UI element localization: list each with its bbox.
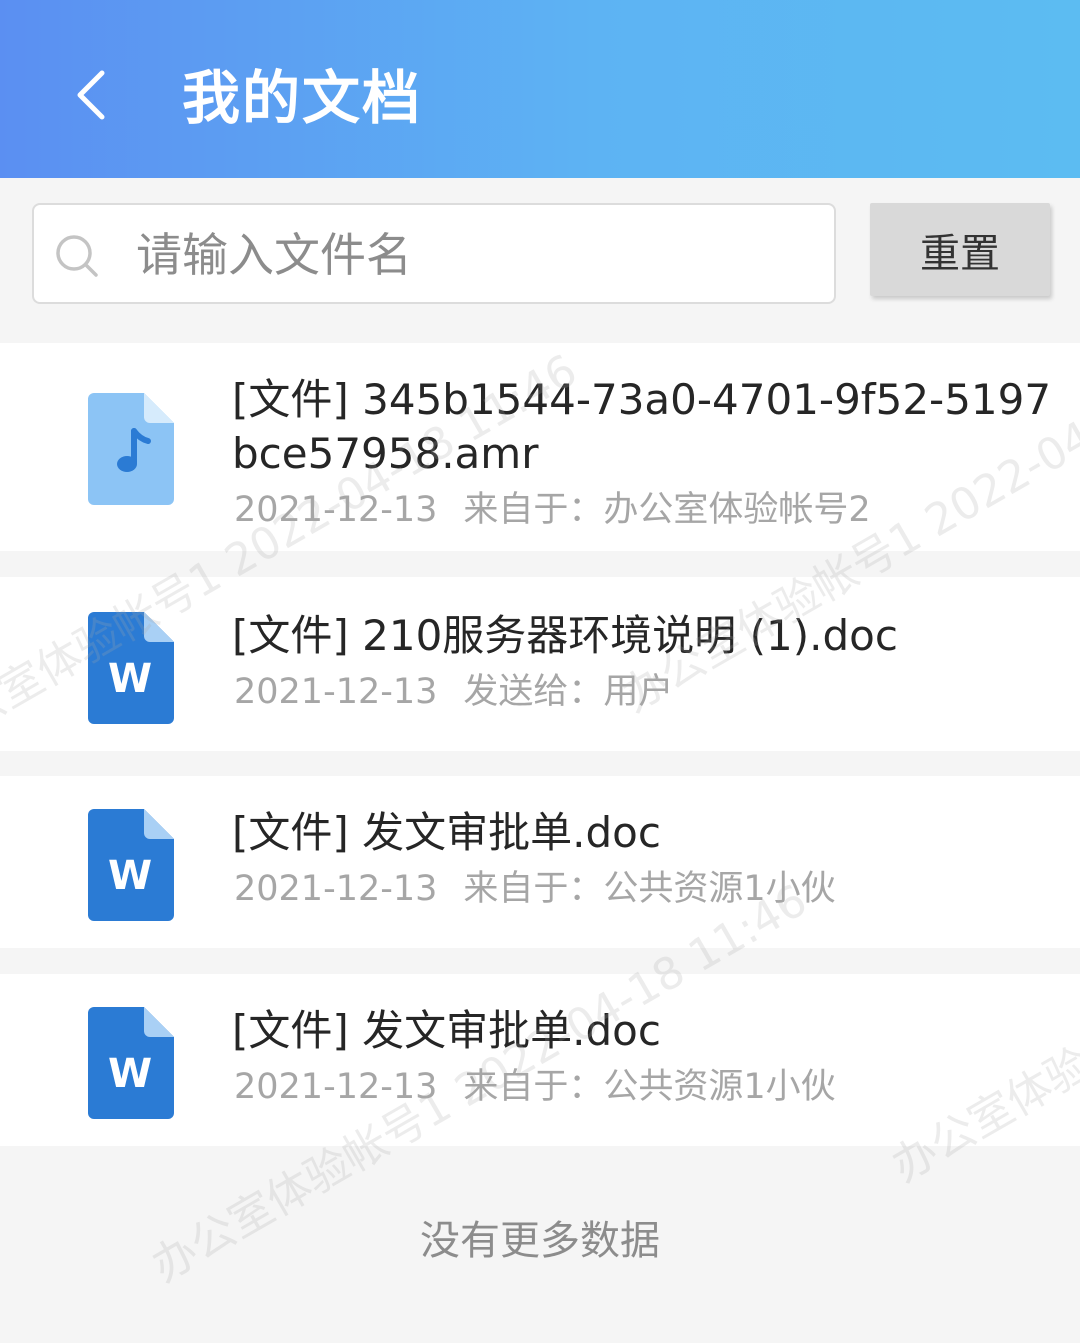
no-more-data-text: 没有更多数据 [420,1218,660,1264]
search-icon [56,235,98,277]
word-icon-letter: W [108,1051,152,1097]
file-relation: 来自于：公共资源1小伙 [463,1067,836,1107]
back-button[interactable] [50,55,130,135]
word-icon-letter: W [108,656,152,702]
file-date: 2021-12-13 [234,490,438,530]
file-list-item[interactable]: W [文件] 210服务器环境说明 (1).doc 2021-12-13 发送给：… [0,577,1080,751]
search-box[interactable] [32,203,836,304]
file-title: [文件] 345b1544-73a0-4701-9f52-5197bce5795… [232,375,1052,478]
search-input[interactable] [134,205,818,304]
word-file-icon: W [88,612,174,724]
file-relation: 发送给：用户 [463,672,674,712]
file-relation: 来自于：办公室体验帐号2 [463,490,871,530]
file-date: 2021-12-13 [234,1067,438,1107]
chevron-left-icon [77,70,105,120]
file-list-item[interactable]: [文件] 345b1544-73a0-4701-9f52-5197bce5795… [0,343,1080,551]
file-meta: 2021-12-13 发送给：用户 [234,671,673,713]
file-title: [文件] 发文审批单.doc [232,808,661,857]
file-meta: 2021-12-13 来自于：办公室体验帐号2 [234,489,871,531]
word-file-icon: W [88,1007,174,1119]
file-meta: 2021-12-13 来自于：公共资源1小伙 [234,1066,836,1108]
audio-file-icon [88,393,174,505]
file-meta: 2021-12-13 来自于：公共资源1小伙 [234,868,836,910]
file-date: 2021-12-13 [234,672,438,712]
file-list-item[interactable]: W [文件] 发文审批单.doc 2021-12-13 来自于：公共资源1小伙 [0,974,1080,1146]
word-icon-letter: W [108,853,152,899]
file-date: 2021-12-13 [234,869,438,909]
app-header: 我的文档 [0,0,1080,178]
file-list-item[interactable]: W [文件] 发文审批单.doc 2021-12-13 来自于：公共资源1小伙 [0,776,1080,948]
reset-button[interactable]: 重置 [870,203,1050,296]
file-title: [文件] 210服务器环境说明 (1).doc [232,611,898,660]
word-file-icon: W [88,809,174,921]
file-relation: 来自于：公共资源1小伙 [463,869,836,909]
file-title: [文件] 发文审批单.doc [232,1006,661,1055]
page-title: 我的文档 [182,64,423,132]
